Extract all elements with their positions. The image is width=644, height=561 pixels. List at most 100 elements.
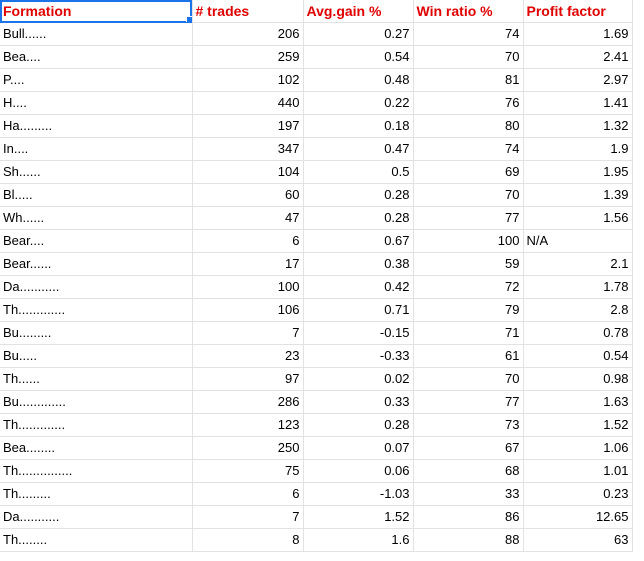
- cell-win-ratio[interactable]: 68: [413, 459, 524, 483]
- cell-formation[interactable]: Th.............: [0, 298, 193, 322]
- cell-profit-factor[interactable]: 0.54: [523, 344, 633, 368]
- cell-profit-factor[interactable]: 1.56: [523, 206, 633, 230]
- cell-win-ratio[interactable]: 73: [413, 413, 524, 437]
- cell-avg-gain[interactable]: 0.42: [303, 275, 414, 299]
- cell-profit-factor[interactable]: 1.9: [523, 137, 633, 161]
- cell-formation[interactable]: Bu.............: [0, 390, 193, 414]
- cell-win-ratio[interactable]: 59: [413, 252, 524, 276]
- cell-win-ratio[interactable]: 74: [413, 22, 524, 46]
- cell-avg-gain[interactable]: 0.48: [303, 68, 414, 92]
- cell-trades[interactable]: 6: [192, 482, 304, 506]
- cell-avg-gain[interactable]: 1.52: [303, 505, 414, 529]
- header-cell-profit-factor[interactable]: Profit factor: [523, 0, 633, 23]
- cell-win-ratio[interactable]: 70: [413, 183, 524, 207]
- cell-win-ratio[interactable]: 33: [413, 482, 524, 506]
- cell-avg-gain[interactable]: -1.03: [303, 482, 414, 506]
- cell-avg-gain[interactable]: 0.28: [303, 206, 414, 230]
- cell-formation[interactable]: Bull......: [0, 22, 193, 46]
- cell-trades[interactable]: 250: [192, 436, 304, 460]
- header-cell-avg-gain[interactable]: Avg.gain %: [303, 0, 414, 23]
- cell-formation[interactable]: Th.............: [0, 413, 193, 437]
- cell-win-ratio[interactable]: 81: [413, 68, 524, 92]
- cell-formation[interactable]: Bear....: [0, 229, 193, 253]
- cell-formation[interactable]: Ha.........: [0, 114, 193, 138]
- cell-formation[interactable]: Bu.........: [0, 321, 193, 345]
- cell-win-ratio[interactable]: 72: [413, 275, 524, 299]
- cell-avg-gain[interactable]: 0.33: [303, 390, 414, 414]
- cell-avg-gain[interactable]: 0.38: [303, 252, 414, 276]
- cell-win-ratio[interactable]: 70: [413, 367, 524, 391]
- cell-formation[interactable]: Th........: [0, 528, 193, 552]
- cell-profit-factor[interactable]: 2.41: [523, 45, 633, 69]
- cell-avg-gain[interactable]: 0.02: [303, 367, 414, 391]
- cell-trades[interactable]: 440: [192, 91, 304, 115]
- cell-formation[interactable]: Th.........: [0, 482, 193, 506]
- cell-trades[interactable]: 7: [192, 505, 304, 529]
- cell-formation[interactable]: Bea........: [0, 436, 193, 460]
- cell-formation[interactable]: P....: [0, 68, 193, 92]
- cell-trades[interactable]: 97: [192, 367, 304, 391]
- cell-profit-factor[interactable]: 1.01: [523, 459, 633, 483]
- cell-win-ratio[interactable]: 79: [413, 298, 524, 322]
- cell-trades[interactable]: 17: [192, 252, 304, 276]
- header-cell-formation[interactable]: Formation: [0, 0, 193, 23]
- header-cell-trades[interactable]: # trades: [192, 0, 304, 23]
- cell-avg-gain[interactable]: 0.71: [303, 298, 414, 322]
- cell-formation[interactable]: Th......: [0, 367, 193, 391]
- header-cell-win-ratio[interactable]: Win ratio %: [413, 0, 524, 23]
- cell-win-ratio[interactable]: 77: [413, 206, 524, 230]
- cell-profit-factor[interactable]: 1.63: [523, 390, 633, 414]
- cell-profit-factor[interactable]: 1.39: [523, 183, 633, 207]
- cell-avg-gain[interactable]: 0.47: [303, 137, 414, 161]
- cell-profit-factor[interactable]: 63: [523, 528, 633, 552]
- cell-profit-factor[interactable]: 1.41: [523, 91, 633, 115]
- cell-win-ratio[interactable]: 61: [413, 344, 524, 368]
- cell-win-ratio[interactable]: 69: [413, 160, 524, 184]
- cell-trades[interactable]: 102: [192, 68, 304, 92]
- cell-win-ratio[interactable]: 74: [413, 137, 524, 161]
- cell-trades[interactable]: 8: [192, 528, 304, 552]
- cell-win-ratio[interactable]: 77: [413, 390, 524, 414]
- cell-trades[interactable]: 100: [192, 275, 304, 299]
- cell-trades[interactable]: 47: [192, 206, 304, 230]
- cell-avg-gain[interactable]: 0.07: [303, 436, 414, 460]
- cell-profit-factor[interactable]: 12.65: [523, 505, 633, 529]
- cell-formation[interactable]: Bea....: [0, 45, 193, 69]
- cell-formation[interactable]: Wh......: [0, 206, 193, 230]
- cell-profit-factor[interactable]: 1.78: [523, 275, 633, 299]
- cell-trades[interactable]: 75: [192, 459, 304, 483]
- cell-formation[interactable]: Bl.....: [0, 183, 193, 207]
- cell-avg-gain[interactable]: 0.28: [303, 413, 414, 437]
- cell-formation[interactable]: Sh......: [0, 160, 193, 184]
- cell-trades[interactable]: 197: [192, 114, 304, 138]
- cell-formation[interactable]: H....: [0, 91, 193, 115]
- cell-formation[interactable]: In....: [0, 137, 193, 161]
- cell-avg-gain[interactable]: 0.27: [303, 22, 414, 46]
- cell-trades[interactable]: 123: [192, 413, 304, 437]
- cell-formation[interactable]: Da...........: [0, 275, 193, 299]
- cell-profit-factor[interactable]: 0.78: [523, 321, 633, 345]
- cell-trades[interactable]: 206: [192, 22, 304, 46]
- cell-profit-factor[interactable]: 2.8: [523, 298, 633, 322]
- cell-avg-gain[interactable]: -0.15: [303, 321, 414, 345]
- cell-avg-gain[interactable]: 0.67: [303, 229, 414, 253]
- cell-profit-factor[interactable]: 1.95: [523, 160, 633, 184]
- cell-trades[interactable]: 60: [192, 183, 304, 207]
- cell-trades[interactable]: 7: [192, 321, 304, 345]
- cell-profit-factor[interactable]: 0.23: [523, 482, 633, 506]
- cell-avg-gain[interactable]: 1.6: [303, 528, 414, 552]
- cell-trades[interactable]: 106: [192, 298, 304, 322]
- cell-formation[interactable]: Bu.....: [0, 344, 193, 368]
- spreadsheet-grid[interactable]: Formation # trades Avg.gain % Win ratio …: [0, 0, 633, 552]
- cell-win-ratio[interactable]: 67: [413, 436, 524, 460]
- cell-avg-gain[interactable]: -0.33: [303, 344, 414, 368]
- cell-trades[interactable]: 23: [192, 344, 304, 368]
- cell-profit-factor[interactable]: 0.98: [523, 367, 633, 391]
- cell-win-ratio[interactable]: 88: [413, 528, 524, 552]
- cell-avg-gain[interactable]: 0.06: [303, 459, 414, 483]
- cell-profit-factor[interactable]: 2.1: [523, 252, 633, 276]
- cell-formation[interactable]: Da...........: [0, 505, 193, 529]
- cell-formation[interactable]: Th...............: [0, 459, 193, 483]
- cell-profit-factor[interactable]: 1.69: [523, 22, 633, 46]
- cell-win-ratio[interactable]: 100: [413, 229, 524, 253]
